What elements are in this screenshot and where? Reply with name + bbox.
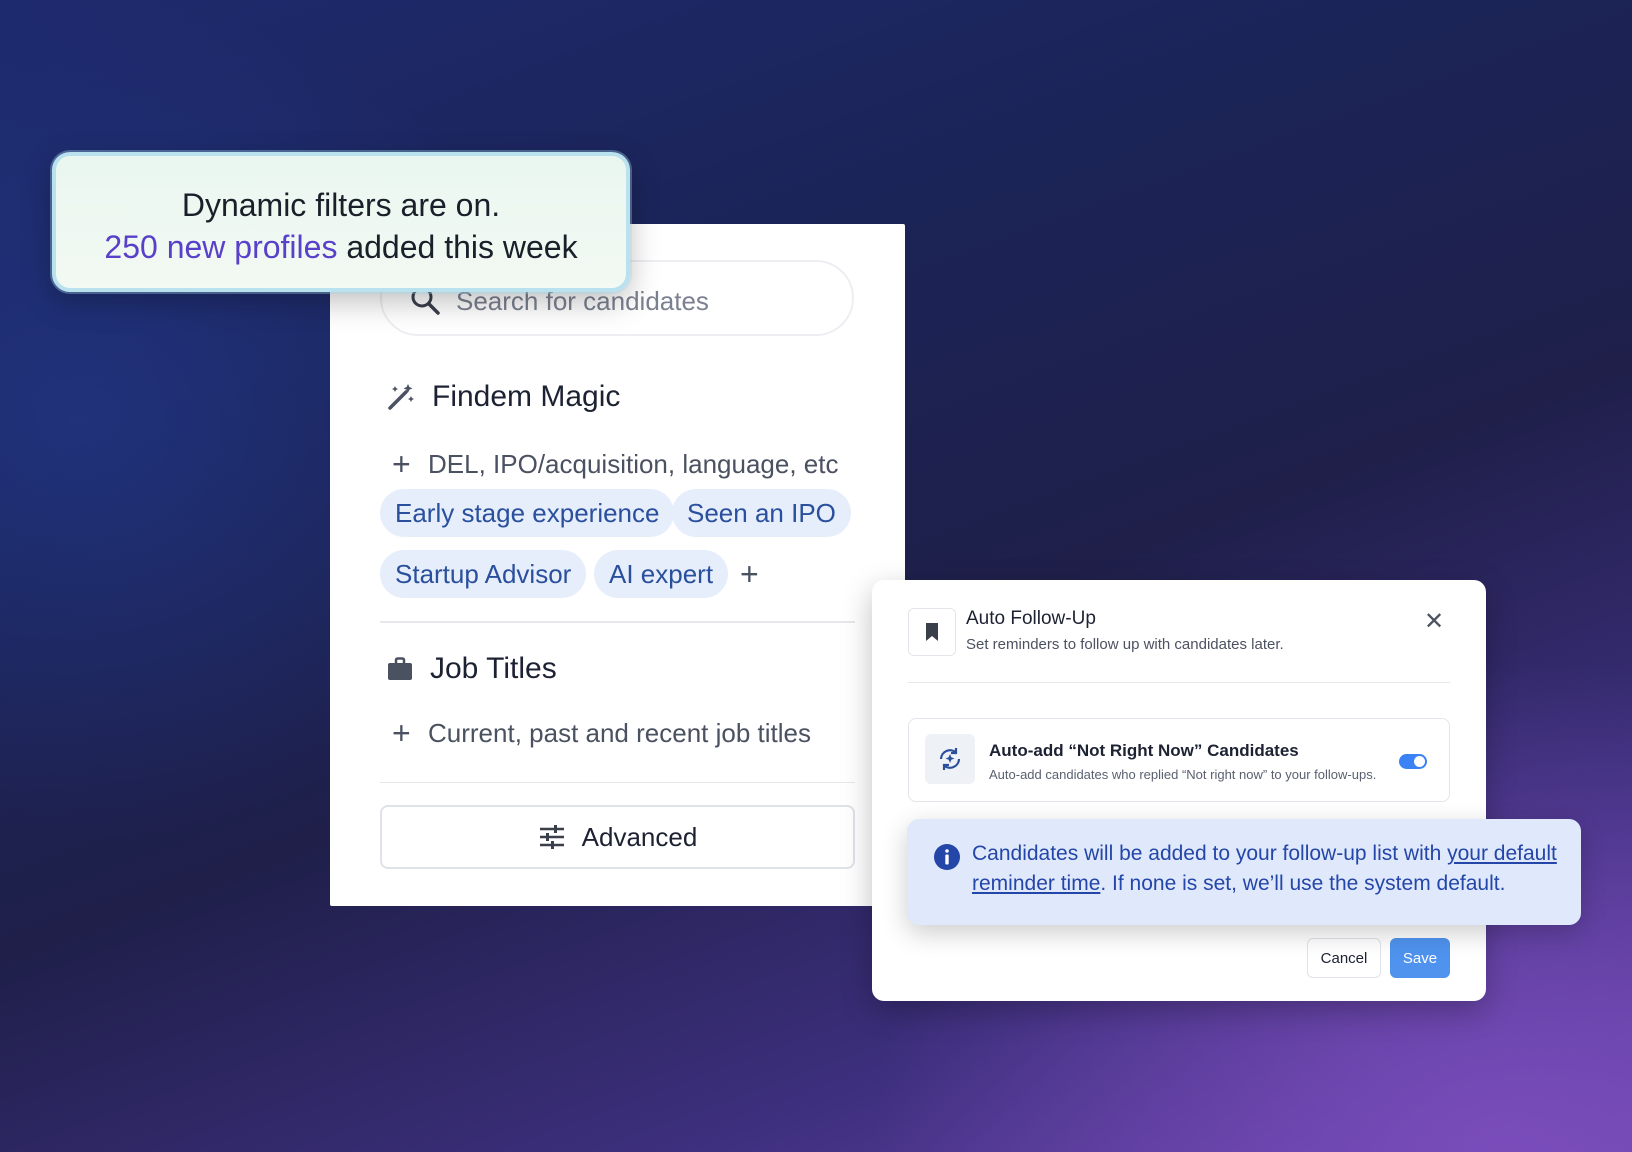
- callout-rest: added this week: [337, 229, 578, 265]
- dialog-title: Auto Follow-Up: [966, 608, 1096, 629]
- filter-panel: Search for candidates Findem Magic + DEL…: [330, 224, 905, 906]
- dynamic-filters-callout: Dynamic filters are on. 250 new profiles…: [52, 152, 630, 292]
- bookmark-icon: [926, 623, 938, 641]
- sliders-icon: [539, 825, 564, 849]
- dialog-icon-box: [908, 608, 956, 656]
- advanced-button[interactable]: Advanced: [380, 805, 855, 869]
- close-icon[interactable]: ✕: [1424, 610, 1444, 634]
- chip-early-stage[interactable]: Early stage experience: [380, 489, 675, 537]
- magic-wand-icon: [388, 384, 414, 410]
- auto-add-subtitle: Auto-add candidates who replied “Not rig…: [989, 767, 1377, 782]
- findem-magic-title: Findem Magic: [432, 380, 621, 413]
- toggle-knob: [1414, 756, 1425, 767]
- add-magic-filter[interactable]: + DEL, IPO/acquisition, language, etc: [392, 448, 838, 480]
- add-chip-plus-icon[interactable]: +: [740, 556, 759, 593]
- info-icon: [934, 844, 960, 870]
- job-titles-header: Job Titles: [386, 652, 557, 686]
- callout-highlight: 250 new profiles: [104, 229, 338, 265]
- job-titles-title: Job Titles: [430, 652, 557, 685]
- info-text: Candidates will be added to your follow-…: [972, 839, 1562, 899]
- auto-add-option: Auto-add “Not Right Now” Candidates Auto…: [908, 718, 1450, 802]
- section-divider: [380, 621, 855, 623]
- callout-line2: 250 new profiles added this week: [56, 226, 626, 268]
- dialog-subtitle: Set reminders to follow up with candidat…: [966, 636, 1284, 653]
- plus-icon: +: [392, 446, 411, 482]
- info-text-after: . If none is set, we’ll use the system d…: [1100, 872, 1506, 895]
- add-magic-label: DEL, IPO/acquisition, language, etc: [428, 448, 839, 479]
- cancel-button[interactable]: Cancel: [1307, 938, 1381, 978]
- plus-icon: +: [392, 715, 411, 751]
- auto-add-icon: [925, 734, 975, 784]
- auto-add-title: Auto-add “Not Right Now” Candidates: [989, 741, 1299, 760]
- info-text-before: Candidates will be added to your follow-…: [972, 842, 1448, 865]
- findem-magic-header: Findem Magic: [386, 380, 620, 414]
- briefcase-icon: [388, 657, 412, 680]
- add-job-title[interactable]: + Current, past and recent job titles: [392, 717, 811, 749]
- chip-seen-ipo[interactable]: Seen an IPO: [672, 489, 851, 537]
- auto-follow-up-dialog: Auto Follow-Up Set reminders to follow u…: [872, 580, 1486, 1001]
- chip-ai-expert[interactable]: AI expert: [594, 550, 729, 598]
- section-divider: [380, 782, 855, 783]
- add-job-title-label: Current, past and recent job titles: [428, 717, 811, 748]
- dialog-divider: [908, 682, 1450, 683]
- info-banner: Candidates will be added to your follow-…: [907, 819, 1581, 925]
- advanced-label: Advanced: [581, 821, 698, 852]
- callout-line1: Dynamic filters are on.: [181, 187, 501, 223]
- chip-startup-advisor[interactable]: Startup Advisor: [380, 550, 587, 598]
- save-button[interactable]: Save: [1390, 938, 1450, 978]
- auto-add-toggle[interactable]: [1399, 754, 1427, 769]
